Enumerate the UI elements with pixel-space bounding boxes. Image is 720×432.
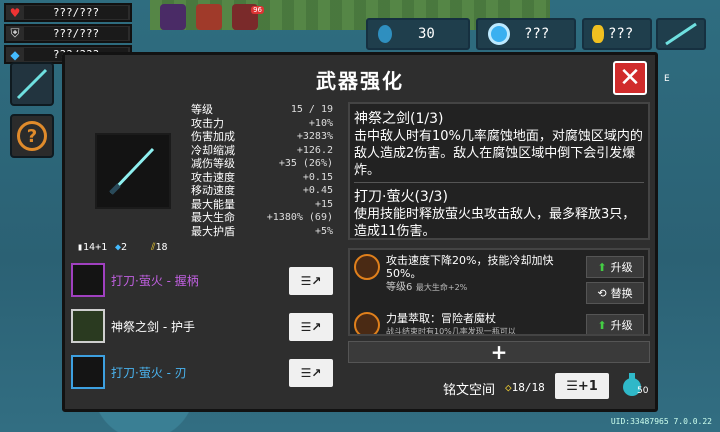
inscription-text: 力量萃取：冒险者魔杖 [386,312,496,325]
material-counter: ??? [476,18,576,50]
equipped-weapon-slot[interactable] [656,18,706,50]
hp-value: ???/??? [24,6,128,19]
katana-icon [109,147,155,195]
set-body-1: 击中敌人时有10%几率腐蚀地面，对腐蚀区域内的敌人造成2伤害。敌人在腐蚀区域中倒… [354,129,643,178]
weapon-quick-slot[interactable] [10,62,54,106]
part-handle[interactable]: 打刀·萤火 - 握柄 [71,262,243,298]
upgrade-button-2[interactable]: ⬆ 升级 [586,314,644,334]
stat-row: 最大能量 +15 [191,197,333,211]
inscription-item: 力量萃取：冒险者魔杖 战斗结束时有10%几率发现一瓶可以 [350,308,582,336]
buff-demon-icon [160,4,186,30]
mini-stat-b: ◆2 [115,242,128,253]
inscription-list: 攻击速度下降20%，技能冷却加快50%。 等级6 最大生命+2% ⬆ 升级 ⟲ … [348,248,650,336]
divider [354,182,644,183]
part-handle-button[interactable]: ☰↗ [289,267,333,295]
weapon-upgrade-panel: 武器强化 ✕ 等级 15 / 19 攻击力 +10% 伤害加成 +3283% 冷却缩减… [62,52,658,412]
part-guard-label: 神祭之剑 - 护手 [111,319,195,334]
stat-row: 最大护盾 +5% [191,224,333,238]
inscription-item: 攻击速度下降20%，技能冷却加快50%。 等级6 最大生命+2% [350,250,582,302]
help-slot[interactable]: ? [10,114,54,158]
arrow-up-icon: ⬆ [597,318,607,332]
stat-row: 冷却缩减 +126.2 [191,143,333,157]
inscription-icon [354,312,380,334]
part-guard[interactable]: 神祭之剑 - 护手 [71,308,243,344]
katana-icon [665,22,697,46]
heart-icon: ♥ [9,5,21,20]
inscription-text: 攻击速度下降20%，技能冷却加快50%。 [386,254,554,280]
shield-icon: ⛨ [10,26,20,40]
set-title-1: 神祭之剑(1/3) [354,111,444,127]
stat-row: 等级 15 / 19 [191,103,333,116]
stats-list: 等级 15 / 19 攻击力 +10% 伤害加成 +3283% 冷却缩减 +126.2 … [191,103,333,238]
part-handle-label: 打刀·萤火 - 握柄 [111,273,199,288]
buff-dragon-icon [196,4,222,30]
handle-thumb [71,263,105,297]
diamond-icon: ◆ [10,47,20,62]
gold-value: ??? [608,26,634,42]
upgrade-button[interactable]: ⬆ 升级 [586,256,644,278]
edge-label: E [664,74,670,84]
gem-value: 30 [418,26,435,42]
set-body-2: 使用技能时释放萤火虫攻击敌人，最多释放3只，造成11伤害。 [354,207,636,239]
part-blade-label: 打刀·萤火 - 刃 [111,365,187,380]
mini-stat-c: ⫽18 [151,242,168,253]
inscription-slot-count: ◇18/18 [505,381,545,394]
blade-thumb [71,355,105,389]
part-blade[interactable]: 打刀·萤火 - 刃 [71,354,243,390]
material-icon [488,23,510,45]
buff-bull-icon: 96 [232,4,264,30]
guard-thumb [71,309,105,343]
gold-counter: ??? [582,18,652,50]
question-icon: ? [17,121,47,151]
inscription-slot-label: 铭文空间 [443,383,496,398]
armor-value: ???/??? [24,27,128,40]
mini-stat-a: ▮14+1 [77,242,108,253]
uid-label: UID:33487965 7.0.0.22 [610,417,712,426]
inscription-level: 等级6 [386,282,413,293]
inscription-icon [354,254,380,280]
gem-icon [378,25,392,43]
armor-stat: ⛨ ???/??? [4,24,132,43]
coin-icon [592,25,604,43]
panel-title: 武器强化 [316,69,404,93]
part-guard-button[interactable]: ☰↗ [289,313,333,341]
stat-row: 攻击力 +10% [191,116,333,130]
weapon-preview [95,133,171,209]
katana-icon [16,68,48,100]
stat-row: 移动速度 +0.45 [191,184,333,197]
close-button[interactable]: ✕ [613,61,647,95]
stat-row: 最大生命 +1380% (69) [191,211,333,224]
add-inscription-button[interactable]: + [348,340,650,364]
inscription-sub: 最大生命+2% [415,283,468,292]
arrow-up-icon: ⬆ [597,260,607,274]
set-title-2: 打刀·萤火(3/3) [354,189,448,205]
stat-row: 攻击速度 +0.15 [191,170,333,184]
replace-button[interactable]: ⟲ 替换 [586,282,644,304]
material-value: ??? [524,26,550,42]
swap-icon: ⟲ [597,286,607,300]
expand-slot-button[interactable]: ☰+1 [555,373,609,399]
potion-count: 50 [637,386,649,396]
stat-row: 减伤等级 +35 (26%) [191,157,333,170]
hp-stat: ♥ ???/??? [4,3,132,22]
inscription-sub: 战斗结束时有10%几率发现一瓶可以 [386,327,516,336]
gem-counter: 30 [366,18,470,50]
buff-badge: 96 [251,6,264,14]
part-blade-button[interactable]: ☰↗ [289,359,333,387]
set-description: 神祭之剑(1/3) 击中敌人时有10%几率腐蚀地面，对腐蚀区域内的敌人造成2伤害… [348,102,650,240]
stat-row: 伤害加成 +3283% [191,130,333,143]
